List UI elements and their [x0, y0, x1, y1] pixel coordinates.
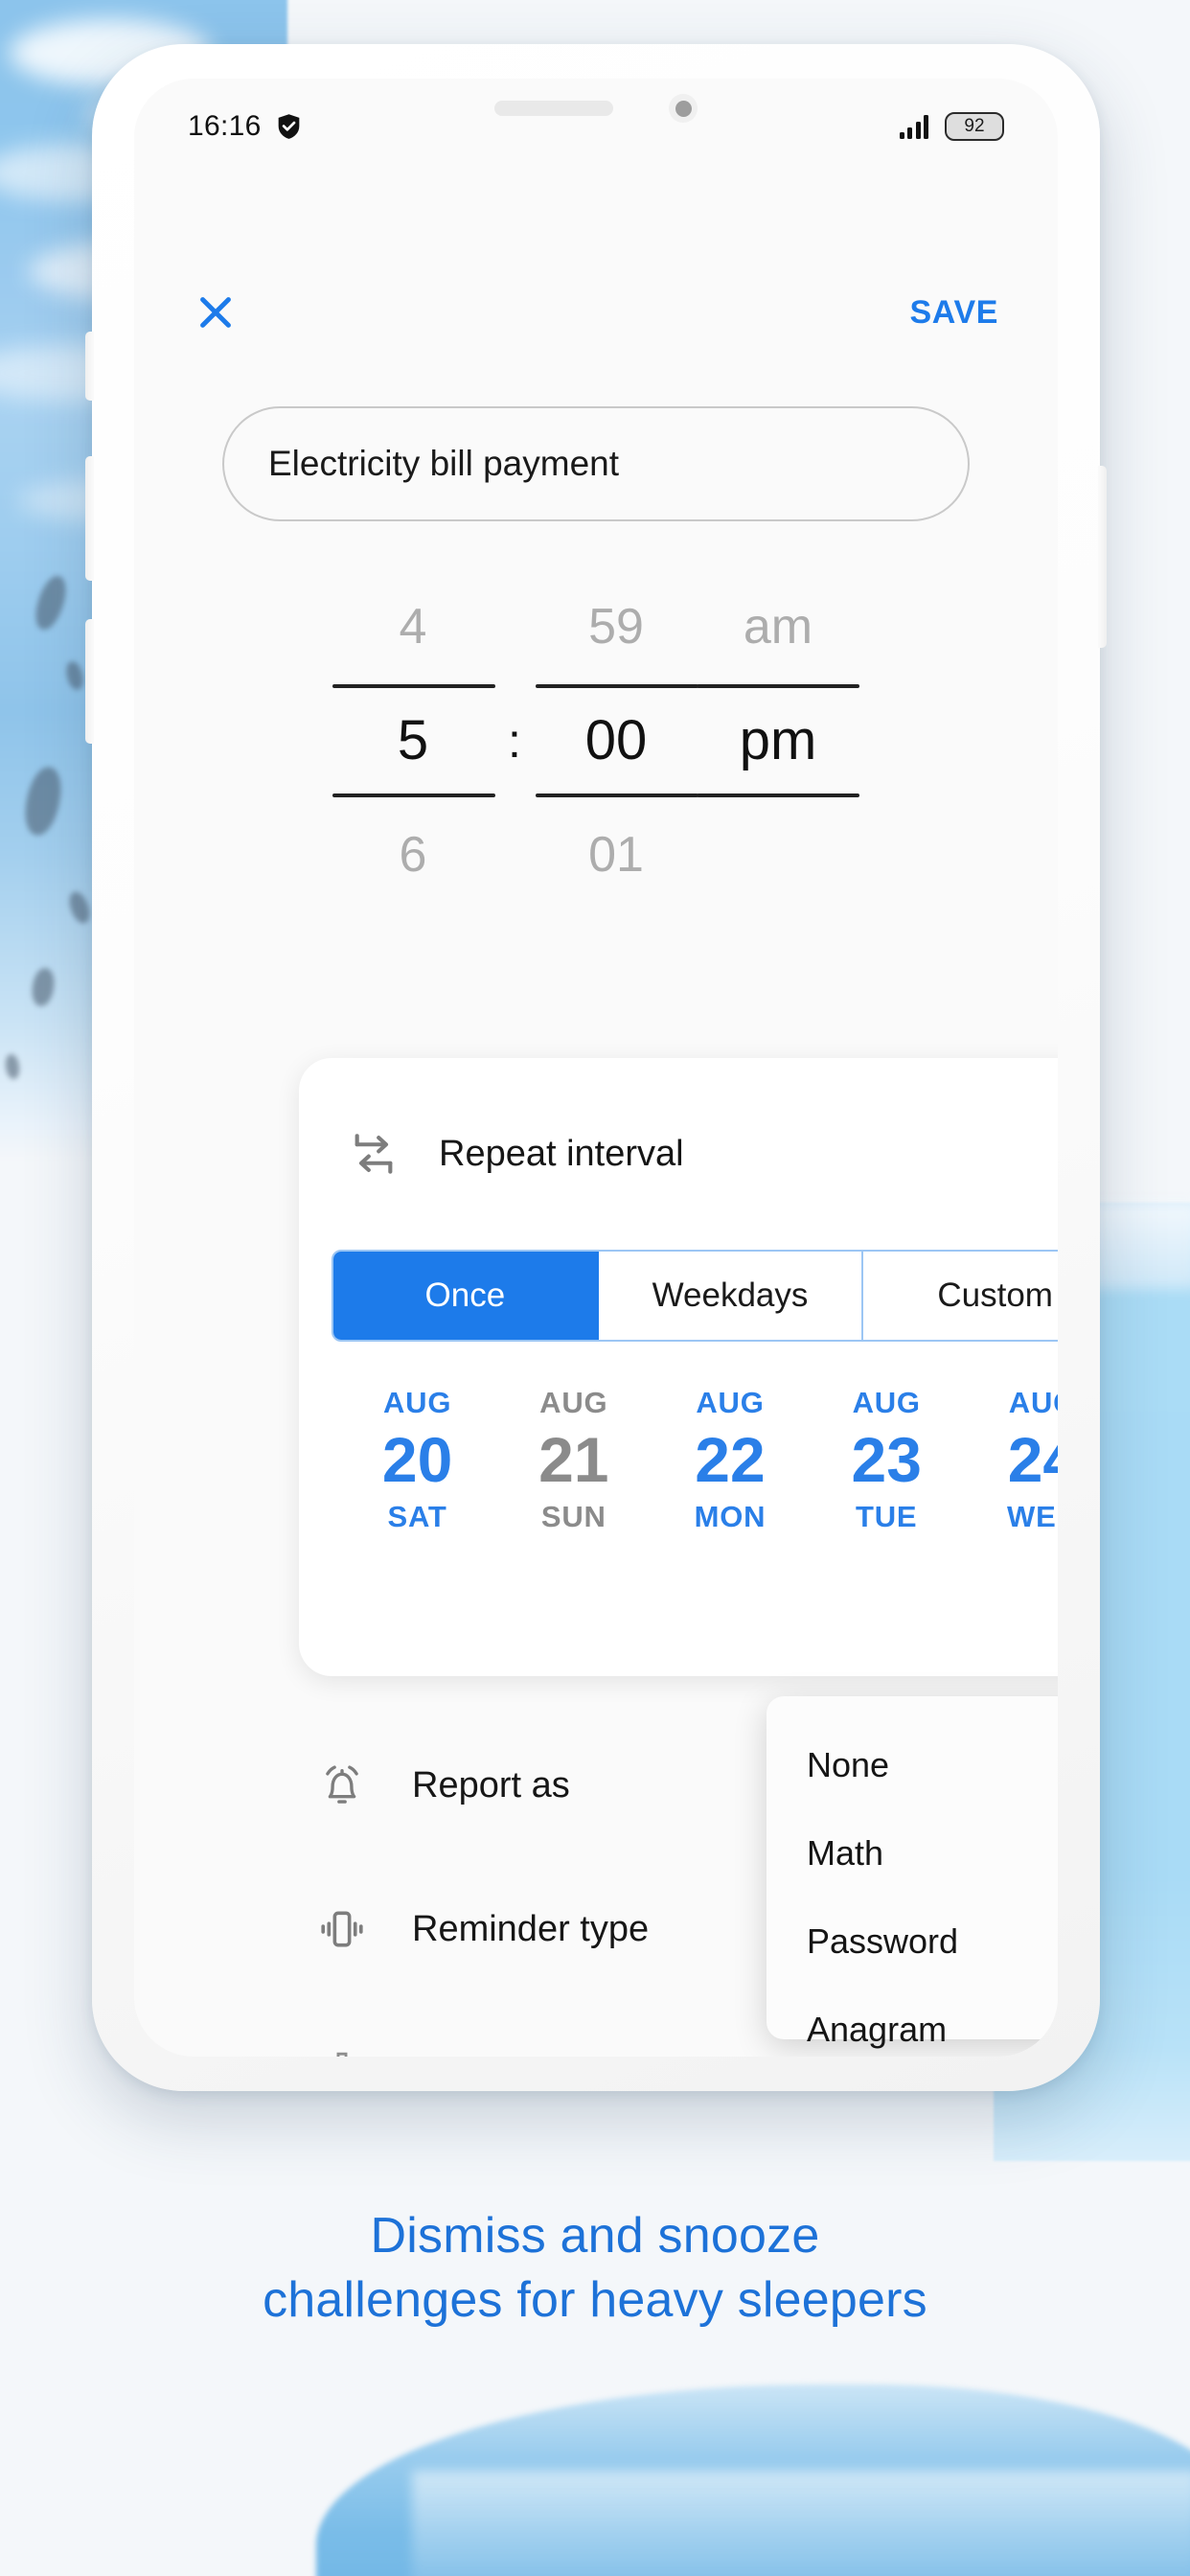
- time-spacer: [493, 569, 536, 684]
- segment-once[interactable]: Once: [333, 1252, 599, 1340]
- date-strip: AUG 20 SAT AUG 21 SUN AUG 22 MON AUG 23: [332, 1386, 1058, 1534]
- promo-caption-line1: Dismiss and snooze: [370, 2208, 820, 2264]
- vibrate-icon: [321, 1911, 363, 1947]
- meridiem-next: [697, 797, 859, 912]
- date-day: 22: [695, 1424, 766, 1495]
- save-button[interactable]: SAVE: [910, 294, 998, 332]
- repeat-interval-card: Repeat interval Once Weekdays Custom AUG…: [299, 1058, 1058, 1676]
- dropdown-item-math[interactable]: Math: [767, 1809, 1058, 1898]
- status-bar-left: 16:16: [188, 110, 301, 143]
- time-picker[interactable]: 4 59 am 5 : 00 pm 6 01: [222, 569, 970, 991]
- date-day: 24: [1007, 1424, 1058, 1495]
- date-option-24[interactable]: AUG 24 WED: [965, 1386, 1058, 1534]
- phone-mockup-frame: 16:16 92 SAVE Electricity bill payment 4…: [85, 44, 1107, 2091]
- shield-check-icon: [278, 114, 299, 139]
- time-separator: :: [508, 714, 521, 768]
- status-bar-right: 92: [899, 112, 1004, 141]
- close-icon[interactable]: [194, 290, 238, 334]
- date-weekday: MON: [694, 1499, 767, 1533]
- repeat-interval-title: Repeat interval: [439, 1133, 684, 1174]
- date-option-20[interactable]: AUG 20 SAT: [339, 1386, 495, 1534]
- repeat-interval-header: Repeat interval: [332, 1058, 1058, 1250]
- date-month: AUG: [852, 1386, 921, 1419]
- dropdown-item-anagram[interactable]: Anagram: [767, 1986, 1058, 2057]
- minute-next[interactable]: 01: [536, 797, 697, 912]
- date-month: AUG: [696, 1386, 765, 1419]
- meridiem-prev[interactable]: am: [697, 569, 859, 684]
- minute-prev[interactable]: 59: [536, 569, 697, 684]
- phone-volume-up-button: [85, 456, 94, 581]
- date-weekday: TUE: [856, 1499, 918, 1533]
- battery-indicator: 92: [945, 112, 1004, 141]
- reminder-title-input[interactable]: Electricity bill payment: [222, 406, 970, 521]
- repeat-icon: [355, 1134, 393, 1174]
- dropdown-item-none[interactable]: None: [767, 1721, 1058, 1809]
- date-day: 20: [381, 1424, 453, 1495]
- date-weekday: WED: [1007, 1499, 1058, 1533]
- date-month: AUG: [382, 1386, 452, 1419]
- dismiss-puzzle-dropdown-menu[interactable]: None Math Password Anagram: [767, 1696, 1058, 2049]
- hour-prev[interactable]: 4: [332, 569, 493, 684]
- date-option-22[interactable]: AUG 22 MON: [652, 1386, 808, 1534]
- minute-selected[interactable]: 00: [536, 688, 697, 794]
- promo-caption-line2: challenges for heavy sleepers: [263, 2271, 927, 2328]
- promo-caption: Dismiss and snooze challenges for heavy …: [0, 2204, 1190, 2332]
- date-weekday: SAT: [387, 1499, 447, 1533]
- sky-brushstroke-bottom-highlight: [412, 2471, 1190, 2576]
- puzzle-dpad-icon: [336, 2052, 348, 2057]
- phone-screen: 16:16 92 SAVE Electricity bill payment 4…: [134, 79, 1058, 2057]
- date-day: 23: [851, 1424, 922, 1495]
- date-month: AUG: [1008, 1386, 1058, 1419]
- phone-mute-switch: [85, 332, 94, 401]
- hour-next[interactable]: 6: [332, 797, 493, 912]
- app-header: SAVE: [134, 261, 1058, 364]
- dropdown-item-password[interactable]: Password: [767, 1898, 1058, 1986]
- signal-bars-icon: [899, 114, 928, 139]
- phone-power-button: [1098, 466, 1107, 648]
- date-option-21[interactable]: AUG 21 SUN: [495, 1386, 652, 1534]
- status-bar: 16:16 92: [134, 79, 1058, 174]
- phone-volume-down-button: [85, 619, 94, 744]
- date-day: 21: [538, 1424, 609, 1495]
- hour-selected[interactable]: 5: [332, 688, 493, 794]
- meridiem-selected[interactable]: pm: [697, 688, 859, 794]
- status-time: 16:16: [188, 110, 262, 142]
- segment-custom[interactable]: Custom: [863, 1252, 1058, 1340]
- date-month: AUG: [539, 1386, 608, 1419]
- date-weekday: SUN: [540, 1499, 606, 1533]
- repeat-interval-segmented-control[interactable]: Once Weekdays Custom: [332, 1250, 1058, 1342]
- date-option-23[interactable]: AUG 23 TUE: [809, 1386, 965, 1534]
- bell-alarm-icon: [326, 1765, 358, 1804]
- time-spacer-bottom: [493, 797, 536, 912]
- segment-weekdays[interactable]: Weekdays: [598, 1252, 864, 1340]
